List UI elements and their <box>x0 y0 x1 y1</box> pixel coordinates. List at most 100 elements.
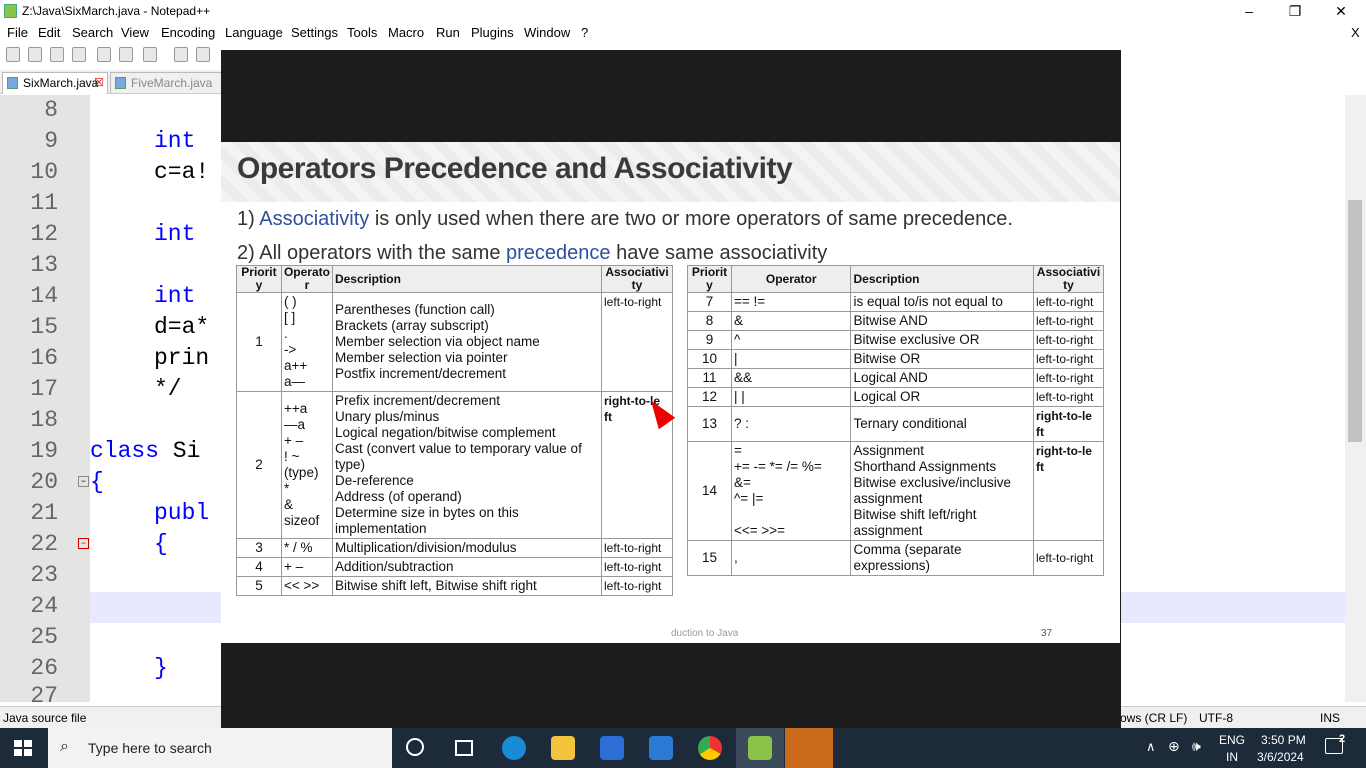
line-number: 24 <box>30 593 58 619</box>
language-indicator[interactable]: ENG <box>1219 733 1245 747</box>
menu-window[interactable]: Window <box>524 25 570 40</box>
task-view-icon[interactable] <box>455 740 473 756</box>
point-prefix: 1) <box>237 208 260 230</box>
edge-icon[interactable] <box>502 736 526 760</box>
volume-icon[interactable]: 🕪 <box>1192 738 1201 755</box>
insert-mode-label: INS <box>1320 711 1341 725</box>
region-indicator[interactable]: IN <box>1226 750 1238 764</box>
title-bar: Z:\Java\SixMarch.java - Notepad++ – ❐ ✕ <box>0 0 1366 22</box>
tab-sixmarch[interactable]: SixMarch.java ☒ <box>2 72 108 94</box>
maximize-button[interactable]: ❐ <box>1272 0 1318 22</box>
menu-language[interactable]: Language <box>225 25 283 40</box>
description-cell: Assignment Shorthand Assignments Bitwise… <box>850 441 1034 541</box>
notification-count: 2 <box>1339 733 1346 745</box>
network-icon[interactable]: ⊕ <box>1168 738 1180 755</box>
operator-cell: << >> <box>280 576 333 596</box>
header-description: Description <box>850 265 1034 293</box>
close-all-icon[interactable] <box>119 47 133 62</box>
table-row: 5 << >> Bitwise shift left, Bitwise shift … <box>236 576 673 596</box>
scrollbar-thumb[interactable] <box>1348 200 1362 442</box>
right-precedence-table: Priorit y Operator Description Associati… <box>687 265 1105 576</box>
priority-cell: 14 <box>687 441 732 541</box>
line-number: 21 <box>30 500 58 526</box>
taskbar: ⌕ Type here to search ∧ ⊕ 🕪 ENG IN 3:50 … <box>0 728 1366 768</box>
line-number: 20 <box>30 469 58 495</box>
table-row: 8 & Bitwise AND left-to-right <box>687 311 1105 331</box>
associativity-cell: left-to-right <box>1032 311 1105 331</box>
cut-icon[interactable] <box>174 47 188 62</box>
close-tab-icon[interactable]: ☒ <box>94 73 104 93</box>
description-cell: Ternary conditional <box>850 406 1034 442</box>
line-number: 9 <box>44 128 58 154</box>
tab-fivemarch[interactable]: FiveMarch.java <box>110 72 222 94</box>
table-row: 7 == != is equal to/is not equal to left-to… <box>687 292 1105 312</box>
operator-cell: ( ) [ ] . -> a++ a— <box>280 292 333 392</box>
menu-run[interactable]: Run <box>436 25 460 40</box>
operator-cell: + – <box>280 557 333 577</box>
point-text: have same associativity <box>610 242 828 264</box>
operator-cell: ^ <box>730 330 852 350</box>
taskbar-search-box[interactable]: ⌕ Type here to search <box>48 728 392 768</box>
new-file-icon[interactable] <box>6 47 20 62</box>
menu-file[interactable]: File <box>7 25 28 40</box>
menu-plugins[interactable]: Plugins <box>471 25 514 40</box>
table-header-row: Priorit y Operator Description Associati… <box>687 265 1105 293</box>
chrome-icon[interactable] <box>698 736 722 760</box>
clock-date[interactable]: 3/6/2024 <box>1257 750 1304 764</box>
description-cell: Addition/subtraction <box>331 557 603 577</box>
header-associativity: Associativi ty <box>601 265 673 293</box>
menu-tools[interactable]: Tools <box>347 25 377 40</box>
save-all-icon[interactable] <box>72 47 86 62</box>
priority-cell: 1 <box>236 292 282 392</box>
menu-search[interactable]: Search <box>72 25 113 40</box>
table-row: 11 && Logical AND left-to-right <box>687 368 1105 388</box>
save-icon[interactable] <box>50 47 64 62</box>
header-operator: Operator <box>730 265 852 293</box>
header-priority: Priorit y <box>687 265 732 293</box>
code-line: c=a! <box>154 159 210 185</box>
associativity-cell: left-to-right <box>1032 368 1105 388</box>
table-row: 14 = += -= *= /= %= &= ^= |= <<= >>= Assig… <box>687 441 1105 541</box>
tab-label: SixMarch.java <box>23 76 99 90</box>
line-number: 8 <box>44 97 58 123</box>
menu-edit[interactable]: Edit <box>38 25 60 40</box>
menu-encoding[interactable]: Encoding <box>161 25 215 40</box>
line-number: 23 <box>30 562 58 588</box>
minimize-button[interactable]: – <box>1226 0 1272 22</box>
fold-icon[interactable]: − <box>78 476 89 487</box>
clock-time[interactable]: 3:50 PM <box>1261 733 1306 747</box>
associativity-term: Associativity <box>259 208 370 230</box>
associativity-cell: left-to-right <box>1032 292 1105 312</box>
windows-start-icon[interactable] <box>14 740 32 756</box>
cortana-icon[interactable] <box>406 738 424 756</box>
fold-icon[interactable]: − <box>78 538 89 549</box>
search-icon: ⌕ <box>60 738 69 755</box>
store-icon[interactable] <box>600 736 624 760</box>
menu-bar: File Edit Search View Encoding Language … <box>0 22 1366 42</box>
open-file-icon[interactable] <box>28 47 42 62</box>
mail-icon[interactable] <box>649 736 673 760</box>
java-file-icon <box>115 77 126 89</box>
code-line: } <box>154 655 168 681</box>
chevron-up-icon[interactable]: ∧ <box>1146 739 1156 755</box>
description-cell: Bitwise exclusive OR <box>850 330 1034 350</box>
copy-icon[interactable] <box>196 47 210 62</box>
media-app-taskbar-button[interactable] <box>785 728 833 768</box>
priority-cell: 10 <box>687 349 732 369</box>
menu-macro[interactable]: Macro <box>388 25 424 40</box>
menu-view[interactable]: View <box>121 25 149 40</box>
associativity-cell: left-to-right <box>601 557 673 577</box>
table-row: 2 ++a —a + – ! ~ (type) * & sizeof Prefix … <box>236 391 673 539</box>
menu-help[interactable]: ? <box>581 25 588 40</box>
line-number: 13 <box>30 252 58 278</box>
close-button[interactable]: ✕ <box>1318 0 1364 22</box>
close-doc-button[interactable]: X <box>1351 25 1360 40</box>
close-file-icon[interactable] <box>97 47 111 62</box>
menu-settings[interactable]: Settings <box>291 25 338 40</box>
line-number: 22 <box>30 531 58 557</box>
header-associativity: Associativi ty <box>1032 265 1105 293</box>
description-cell: Parentheses (function call) Brackets (ar… <box>331 292 603 392</box>
file-explorer-icon[interactable] <box>551 736 575 760</box>
print-icon[interactable] <box>143 47 157 62</box>
associativity-cell: right-to-le ft <box>1032 406 1105 442</box>
